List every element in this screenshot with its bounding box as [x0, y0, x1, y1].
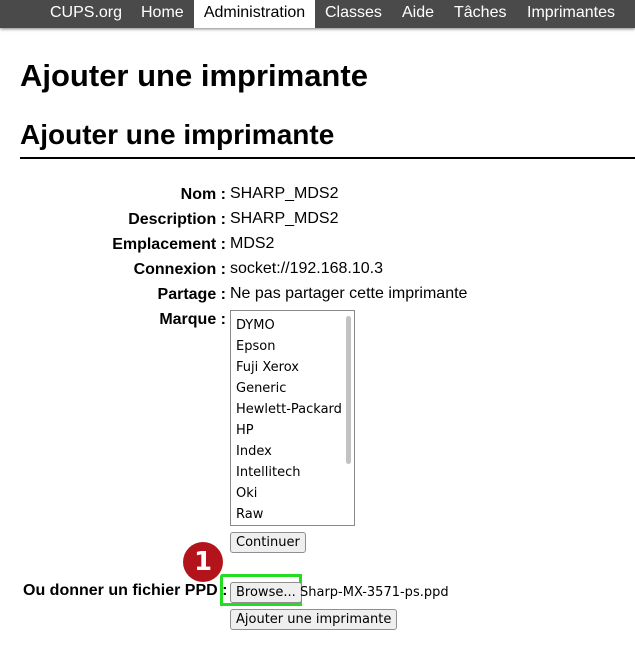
make-option[interactable]: Fuji Xerox — [231, 357, 354, 378]
add-printer-button[interactable]: Ajouter une imprimante — [230, 609, 398, 630]
nav-imprimantes-link[interactable]: Imprimantes — [517, 0, 625, 28]
location-value: MDS2 — [230, 235, 275, 252]
make-label: Marque : — [159, 311, 226, 328]
section-title: Ajouter une imprimante — [20, 119, 335, 150]
connection-label: Connexion : — [133, 261, 226, 278]
make-option[interactable]: Raw — [231, 504, 354, 525]
make-option[interactable]: Oki — [231, 483, 354, 504]
name-label: Nom : — [180, 186, 226, 203]
page-title: Ajouter une imprimante — [20, 58, 368, 93]
name-value: SHARP_MDS2 — [230, 185, 339, 202]
description-label: Description : — [128, 211, 226, 228]
make-option[interactable]: HP — [231, 420, 354, 441]
connection-value: socket://192.168.10.3 — [230, 260, 383, 277]
nav-classes-link[interactable]: Classes — [315, 0, 392, 28]
make-option[interactable]: Generic — [231, 378, 354, 399]
make-option[interactable]: DYMO — [231, 315, 354, 336]
ppd-file-label: Ou donner un fichier PPD : — [23, 582, 228, 599]
top-navbar: CUPS.org Home Administration Classes Aid… — [0, 0, 635, 28]
section-divider — [20, 157, 635, 159]
nav-administration-tab[interactable]: Administration — [194, 0, 315, 28]
browse-button[interactable]: Browse... — [230, 582, 302, 603]
make-option[interactable]: Hewlett-Packard — [231, 399, 354, 420]
make-select-list[interactable]: DYMO Epson Fuji Xerox Generic Hewlett-Pa… — [230, 310, 355, 526]
make-option[interactable]: Epson — [231, 336, 354, 357]
nav-taches-link[interactable]: Tâches — [444, 0, 516, 28]
nav-cups-org-link[interactable]: CUPS.org — [40, 0, 132, 28]
make-option[interactable]: Index — [231, 441, 354, 462]
make-option[interactable]: Intellitech — [231, 462, 354, 483]
nav-aide-link[interactable]: Aide — [392, 0, 444, 28]
step-number-badge: 1 — [183, 542, 223, 582]
sharing-value: Ne pas partager cette imprimante — [230, 285, 468, 302]
sharing-label: Partage : — [157, 286, 226, 303]
continue-button[interactable]: Continuer — [230, 532, 306, 553]
description-value: SHARP_MDS2 — [230, 210, 339, 227]
make-list-scrollbar-thumb[interactable] — [346, 316, 351, 464]
location-label: Emplacement : — [112, 236, 226, 253]
ppd-filename: Sharp-MX-3571-ps.ppd — [300, 585, 449, 600]
nav-home-link[interactable]: Home — [131, 0, 194, 28]
make-list-scrollbar[interactable] — [342, 311, 354, 525]
